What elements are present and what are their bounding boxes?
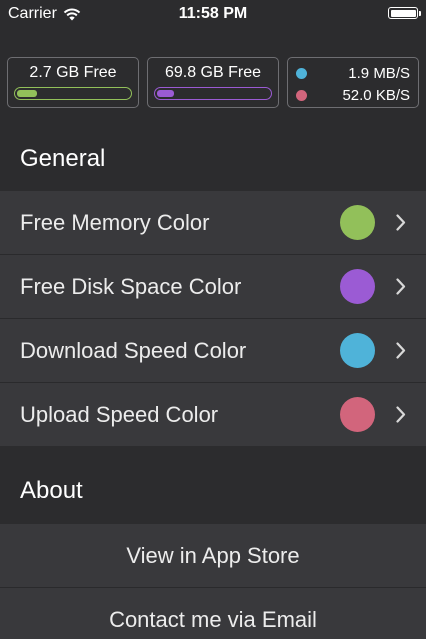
memory-widget: 2.7 GB Free — [7, 57, 139, 108]
cell-label: Free Disk Space Color — [20, 274, 242, 299]
speed-widget: 1.9 MB/S 52.0 KB/S — [287, 57, 419, 108]
cell-label: Upload Speed Color — [20, 402, 219, 427]
widgets-row: 2.7 GB Free 69.8 GB Free 1.9 MB/S 52.0 K… — [7, 57, 419, 108]
contact-via-email-button[interactable]: Contact me via Email — [0, 588, 426, 639]
color-swatch — [340, 397, 375, 432]
cell-label: Contact me via Email — [109, 607, 317, 632]
disk-bar — [154, 87, 272, 100]
upload-speed-row: 52.0 KB/S — [296, 85, 410, 105]
color-swatch — [340, 269, 375, 304]
download-dot-icon — [296, 67, 307, 79]
battery-fill — [390, 9, 416, 17]
cell-label: View in App Store — [126, 543, 300, 568]
memory-free-label: 2.7 GB Free — [29, 64, 117, 81]
chevron-right-icon — [396, 342, 406, 359]
status-time: 11:58 PM — [178, 5, 248, 22]
screen: Carrier 11:58 PM 2.7 GB Free 69.8 GB Fre… — [0, 0, 426, 639]
cell-free-disk-space-color[interactable]: Free Disk Space Color — [0, 255, 426, 318]
cell-download-speed-color[interactable]: Download Speed Color — [0, 319, 426, 382]
upload-dot-icon — [296, 89, 307, 101]
download-speed-row: 1.9 MB/S — [296, 63, 410, 83]
section-header-about: About — [20, 477, 83, 504]
upload-speed-value: 52.0 KB/S — [342, 86, 410, 104]
chevron-right-icon — [396, 214, 406, 231]
cell-upload-speed-color[interactable]: Upload Speed Color — [0, 383, 426, 446]
disk-free-label: 69.8 GB Free — [164, 64, 262, 81]
chevron-right-icon — [396, 406, 406, 423]
download-speed-value: 1.9 MB/S — [348, 64, 410, 82]
memory-bar-fill — [17, 90, 38, 97]
cell-label: Free Memory Color — [20, 210, 210, 235]
color-swatch — [340, 205, 375, 240]
section-header-general: General — [20, 145, 106, 172]
view-in-app-store-button[interactable]: View in App Store — [0, 524, 426, 587]
disk-bar-fill — [157, 90, 174, 97]
disk-widget: 69.8 GB Free — [147, 57, 279, 108]
battery-icon — [388, 7, 421, 19]
memory-bar — [14, 87, 132, 100]
color-swatch — [340, 333, 375, 368]
status-bar: Carrier 11:58 PM — [0, 0, 426, 30]
cell-label: Download Speed Color — [20, 338, 247, 363]
chevron-right-icon — [396, 278, 406, 295]
cell-free-memory-color[interactable]: Free Memory Color — [0, 191, 426, 254]
